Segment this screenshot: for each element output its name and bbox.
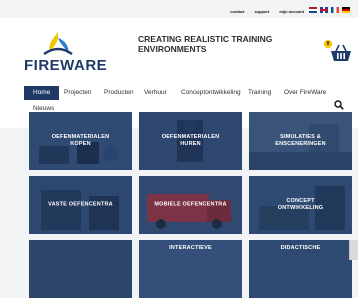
flag-en-icon[interactable] bbox=[320, 7, 328, 13]
tile-label: MOBIELE OEFENCENTRA bbox=[154, 201, 227, 208]
nav-item-home[interactable]: Home bbox=[24, 86, 60, 100]
tile-simulaties-ensceneringen[interactable]: SIMULATIES & ENSCENERINGEN bbox=[249, 112, 352, 170]
tile-label: OEFENMATERIALEN bbox=[161, 134, 220, 140]
flag-fr-icon[interactable] bbox=[331, 7, 339, 13]
nav-item-projecten[interactable]: Projecten bbox=[64, 86, 91, 100]
tile-label: INTERACTIEVE bbox=[169, 245, 212, 251]
fireware-logo[interactable]: FIREWARE bbox=[24, 30, 124, 74]
tile-didactische[interactable]: DIDACTISCHE bbox=[249, 240, 352, 298]
nav-item-over-fireware[interactable]: Over FireWare bbox=[284, 86, 326, 100]
tile-vaste-oefencentra[interactable]: VASTE OEFENCENTRA bbox=[29, 176, 132, 234]
tile-label: CONCEPT bbox=[286, 198, 315, 204]
tile-oefenmaterialen-huren[interactable]: OEFENMATERIALEN HUREN bbox=[139, 112, 242, 170]
search-icon[interactable] bbox=[334, 100, 344, 110]
top-links: contact support mijn account bbox=[230, 9, 304, 14]
category-grid: OEFENMATERIALEN KOPEN OEFENMATERIALEN HU… bbox=[29, 112, 356, 298]
tile-label: KOPEN bbox=[70, 141, 91, 147]
tile-label: VASTE OEFENCENTRA bbox=[48, 201, 113, 208]
support-link[interactable]: support bbox=[254, 9, 269, 14]
tile-label: ONTWIKKELING bbox=[277, 205, 324, 211]
tile-row3-1[interactable] bbox=[29, 240, 132, 298]
my-account-link[interactable]: mijn account bbox=[279, 9, 304, 14]
logo-text: FIREWARE bbox=[24, 57, 108, 74]
page: contact support mijn account FIREWARE CR… bbox=[0, 0, 358, 298]
tile-oefenmaterialen-kopen[interactable]: OEFENMATERIALEN KOPEN bbox=[29, 112, 132, 170]
flag-de-icon[interactable] bbox=[342, 7, 350, 13]
tile-label: OEFENMATERIALEN bbox=[51, 134, 110, 140]
nav-item-conceptontwikkeling[interactable]: Conceptontwikkeling bbox=[181, 86, 241, 100]
tagline-line-1: CREATING REALISTIC TRAINING bbox=[138, 34, 273, 44]
flame-logo-icon bbox=[43, 32, 73, 56]
top-bar: contact support mijn account bbox=[0, 0, 358, 18]
recaptcha-badge[interactable] bbox=[349, 240, 358, 260]
tile-mobiele-oefencentra[interactable]: MOBIELE OEFENCENTRA bbox=[139, 176, 242, 234]
tile-photo bbox=[29, 240, 132, 298]
tile-interactieve[interactable]: INTERACTIEVE bbox=[139, 240, 242, 298]
basket-icon bbox=[331, 44, 351, 61]
nav-item-verhuur[interactable]: Verhuur bbox=[144, 86, 167, 100]
tagline-line-2: ENVIRONMENTS bbox=[138, 44, 207, 54]
tile-label: DIDACTISCHE bbox=[280, 245, 321, 251]
cart-button[interactable]: 0 bbox=[324, 40, 352, 64]
tile-label: SIMULATIES & bbox=[280, 134, 321, 140]
language-switcher bbox=[309, 7, 350, 13]
tile-label: HUREN bbox=[180, 141, 201, 147]
tile-concept-ontwikkeling[interactable]: CONCEPT ONTWIKKELING bbox=[249, 176, 352, 234]
contact-link[interactable]: contact bbox=[230, 9, 244, 14]
nav-item-training[interactable]: Training bbox=[248, 86, 271, 100]
tagline: CREATING REALISTIC TRAINING ENVIRONMENTS bbox=[138, 34, 288, 54]
tile-label: ENSCENERINGEN bbox=[275, 141, 326, 147]
nav-item-producten[interactable]: Producten bbox=[104, 86, 134, 100]
flag-nl-icon[interactable] bbox=[309, 7, 317, 13]
